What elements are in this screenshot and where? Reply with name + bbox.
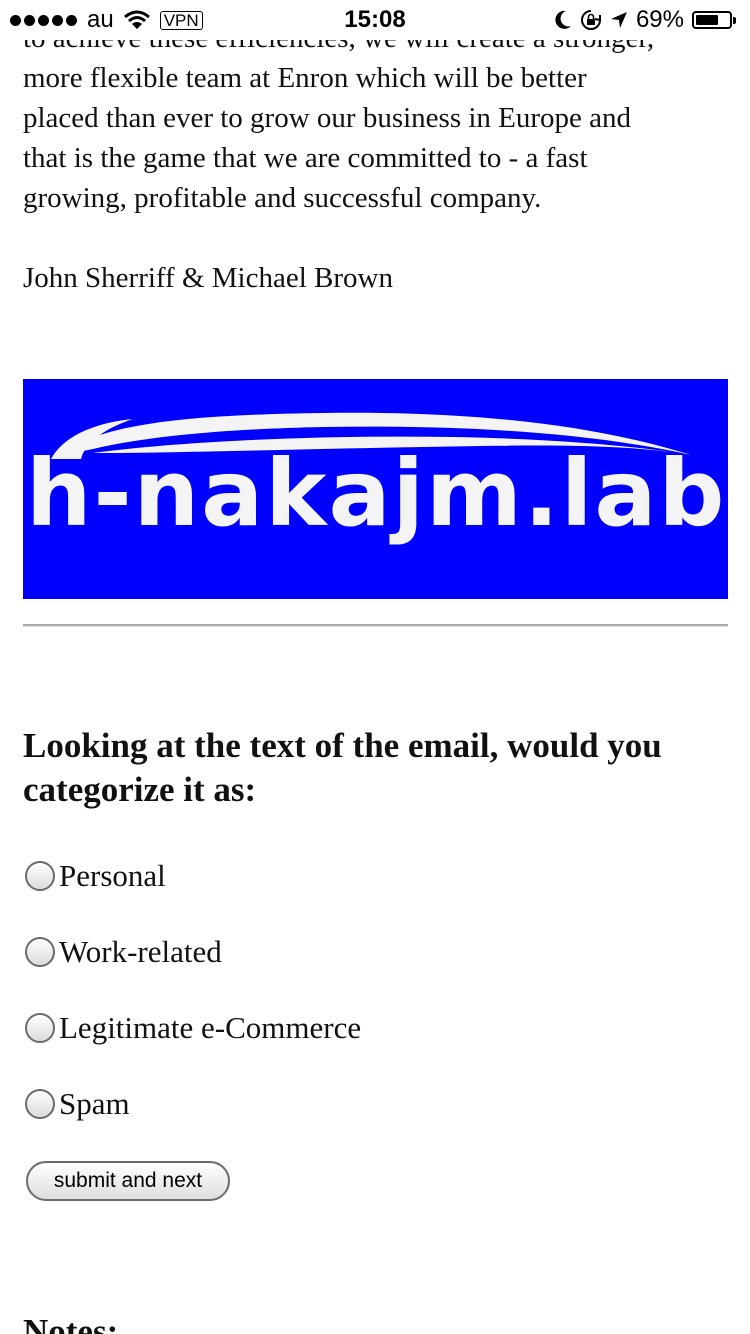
radio-button[interactable] <box>25 1013 55 1043</box>
location-arrow-icon <box>610 12 627 28</box>
divider <box>23 624 728 627</box>
status-bar: au VPN 15:08 69% <box>0 0 750 40</box>
battery-percent: 69% <box>635 6 684 33</box>
email-line: more flexible team at Enron which will b… <box>23 62 587 94</box>
radio-button[interactable] <box>25 861 55 891</box>
option-spam[interactable]: Spam <box>25 1080 361 1128</box>
category-options: Personal Work-related Legitimate e-Comme… <box>25 852 361 1156</box>
option-label[interactable]: Work-related <box>59 932 222 972</box>
battery-icon <box>692 11 736 29</box>
email-line: growing, profitable and successful compa… <box>23 182 542 214</box>
moon-icon <box>555 10 571 29</box>
option-label[interactable]: Personal <box>59 856 166 896</box>
option-work-related[interactable]: Work-related <box>25 928 361 976</box>
option-personal[interactable]: Personal <box>25 852 361 900</box>
option-label[interactable]: Legitimate e-Commerce <box>59 1008 361 1048</box>
email-line: that is the game that we are committed t… <box>23 142 588 174</box>
rotation-lock-icon <box>580 10 601 30</box>
notes-heading: Notes: <box>23 1312 119 1334</box>
logo-text: h-nakajm.lab <box>26 440 727 547</box>
submit-and-next-button[interactable]: submit and next <box>26 1161 230 1201</box>
option-label[interactable]: Spam <box>59 1084 130 1124</box>
radio-button[interactable] <box>25 1089 55 1119</box>
status-right: 69% <box>554 6 736 34</box>
email-line: placed than ever to grow our business in… <box>23 102 632 134</box>
radio-button[interactable] <box>25 937 55 967</box>
option-legitimate-ecommerce[interactable]: Legitimate e-Commerce <box>25 1004 361 1052</box>
question-heading: Looking at the text of the email, would … <box>23 726 662 809</box>
email-body: to achieve these efficiencies, we will c… <box>23 18 728 218</box>
email-signature: John Sherriff & Michael Brown <box>23 262 393 294</box>
